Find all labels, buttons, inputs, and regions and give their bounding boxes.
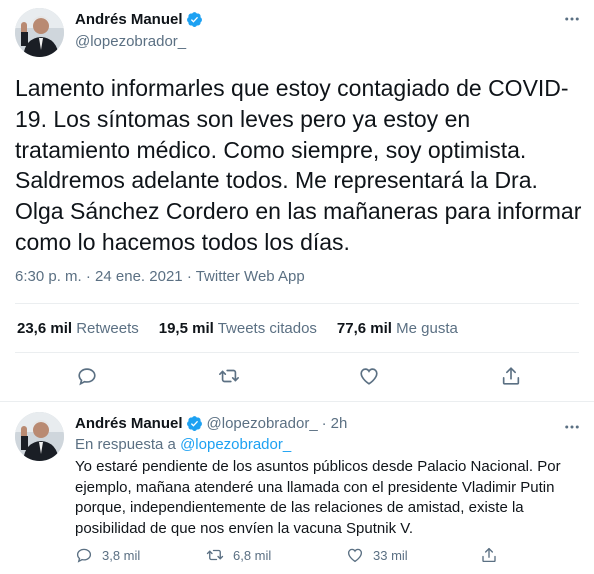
tweet-source-app[interactable]: Twitter Web App [196,268,305,285]
divider [15,352,579,353]
avatar[interactable] [15,8,64,57]
retweet-button[interactable]: 6,8 mil [206,546,271,564]
author-row: Andrés Manuel [75,11,203,28]
like-button[interactable]: 33 mil [346,546,408,564]
avatar[interactable] [15,412,64,461]
heart-icon [347,548,363,563]
replying-prefix: En respuesta a [75,436,176,453]
more-options-icon[interactable] [561,416,583,438]
like-count: 33 mil [373,547,408,563]
share-icon [482,547,496,563]
meta-separator: · [321,415,327,432]
reply-actions: 3,8 mil 6,8 mil 33 mil [0,544,594,566]
retweets-stat[interactable]: 23,6 mil Retweets [17,320,139,337]
tweet-meta: 6:30 p. m. · 24 ene. 2021 · Twitter Web … [15,268,305,285]
reply-button[interactable]: 3,8 mil [75,546,140,564]
retweet-count: 6,8 mil [233,547,272,563]
author-handle[interactable]: @lopezobrador_ [75,33,186,50]
likes-stat[interactable]: 77,6 mil Me gusta [337,320,458,337]
verified-badge-icon [186,11,203,28]
heart-icon[interactable] [357,364,381,388]
replying-to-link[interactable]: @lopezobrador_ [180,436,291,453]
more-options-icon[interactable] [561,8,583,30]
tweet-actions [0,364,594,390]
quotes-label: Tweets citados [217,320,317,337]
tweet-text: Lamento informarles que estoy contagiado… [15,75,582,255]
reply-author-name[interactable]: Andrés Manuel [75,415,183,432]
reply-count: 3,8 mil [102,547,141,563]
tweet-stats: 23,6 mil Retweets 19,5 mil Tweets citado… [17,320,478,337]
meta-separator: · [85,268,91,285]
reply-author-handle[interactable]: @lopezobrador_ [207,415,318,432]
retweets-count: 23,6 mil [17,320,73,337]
tweet-date[interactable]: 24 ene. 2021 [95,268,183,285]
verified-badge-icon [186,415,203,432]
quotes-count: 19,5 mil [158,320,214,337]
main-tweet: Andrés Manuel @lopezobrador_ Lamento inf… [0,0,594,402]
share-button[interactable] [480,546,507,564]
meta-separator: · [186,268,192,285]
share-icon[interactable] [499,364,523,388]
likes-label: Me gusta [396,320,458,337]
retweet-icon [206,549,224,561]
retweet-icon[interactable] [217,364,241,388]
reply-time[interactable]: 2h [331,415,348,432]
retweets-label: Retweets [76,320,139,337]
tweet-time[interactable]: 6:30 p. m. [15,268,82,285]
divider [15,303,579,304]
reply-icon[interactable] [75,364,99,388]
reply-text: Yo estaré pendiente de los asuntos públi… [75,458,561,537]
reply-author-row: Andrés Manuel @lopezobrador_ · 2h [75,415,347,432]
author-name[interactable]: Andrés Manuel [75,11,183,28]
reply-icon [76,548,92,563]
likes-count: 77,6 mil [336,320,392,337]
replying-to: En respuesta a @lopezobrador_ [75,436,291,453]
quotes-stat[interactable]: 19,5 mil Tweets citados [159,320,317,337]
